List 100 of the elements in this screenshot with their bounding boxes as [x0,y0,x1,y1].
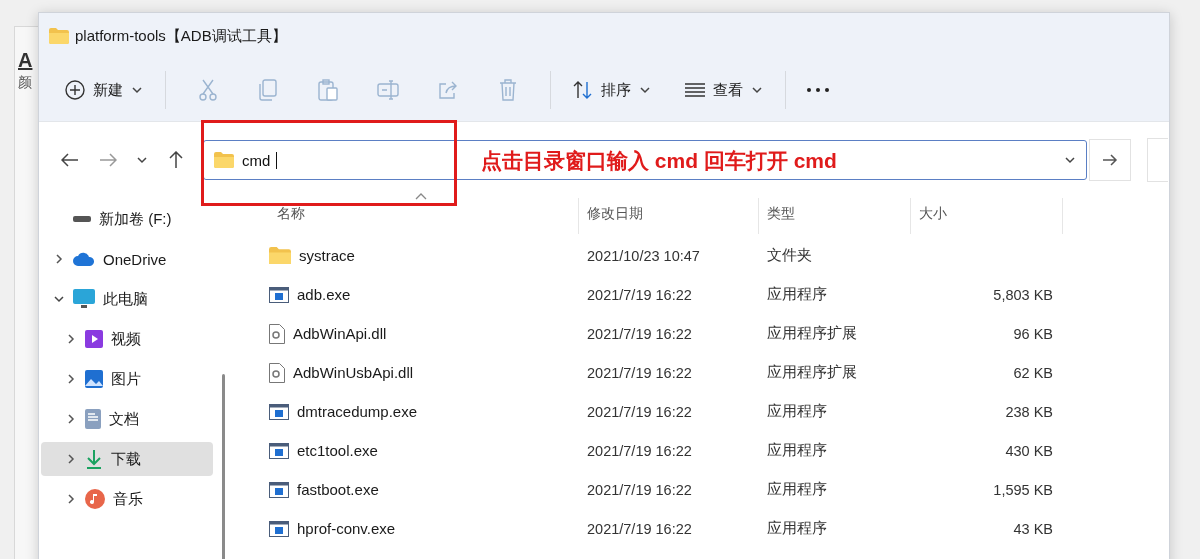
date-cell-text: 2021/7/19 16:22 [586,403,693,420]
size-cell-text: 43 KB [1012,520,1054,537]
rename-icon [377,80,399,100]
copy-icon [259,79,277,101]
type-cell-text: 应用程序 [766,519,828,538]
arrow-left-icon [61,153,79,167]
application-icon [269,286,289,303]
sidebar-item[interactable]: 图片 [41,362,213,396]
application-icon [269,403,289,420]
more-icon [807,88,829,92]
gear-file-icon [269,323,285,344]
sort-button[interactable]: 排序 [563,74,661,106]
download-icon [85,449,103,469]
sidebar-label: 此电脑 [103,289,148,309]
sidebar-label: 视频 [111,329,141,349]
chevron-right-icon[interactable] [65,453,77,465]
file-name[interactable]: etc1tool.exe [297,442,378,459]
clipboard-icon [318,79,338,101]
file-name[interactable]: AdbWinUsbApi.dll [293,364,414,381]
image-icon [85,370,103,388]
background-label: 颜 [18,74,33,92]
size-cell-text: 62 KB [1012,364,1054,381]
chevron-down-icon[interactable] [53,293,65,305]
type-cell-text: 应用程序 [766,480,828,499]
address-text: cmd [242,151,278,169]
sidebar-label: OneDrive [103,250,167,268]
size-cell-text: 5,803 KB [992,286,1054,303]
type-cell-text: 应用程序扩展 [766,363,858,382]
sort-caret-icon [415,192,427,200]
chevron-down-icon[interactable] [131,84,143,96]
date-cell-text: 2021/7/19 16:22 [586,442,693,459]
sidebar-item[interactable]: 视频 [41,322,213,356]
file-name[interactable]: dmtracedump.exe [297,403,418,420]
type-cell-text: 应用程序 [766,402,828,421]
sidebar-label: 文档 [109,409,139,429]
folder-icon [214,152,234,168]
list-icon [685,83,705,97]
new-button[interactable]: 新建 [55,74,153,106]
column-header[interactable]: 类型 [759,198,911,234]
file-name[interactable]: fastboot.exe [297,481,379,498]
sidebar-item[interactable]: 新加卷 (F:) [41,202,213,236]
video-icon [85,330,103,348]
size-cell-text: 238 KB [1004,403,1054,420]
cloud-icon [73,252,95,266]
chevron-down-icon[interactable] [751,84,763,96]
column-header[interactable]: 名称 [269,198,579,234]
arrow-right-icon [99,153,117,167]
application-icon [269,520,289,537]
arrow-right-icon [1102,153,1118,167]
scrollbar-thumb[interactable] [222,374,225,559]
document-icon [85,409,101,429]
share-icon [438,80,458,100]
trash-icon [499,79,517,101]
scissors-icon [198,79,218,101]
file-name[interactable]: systrace [299,247,355,264]
folder-icon [49,28,69,44]
size-cell-text: 430 KB [1004,442,1054,459]
file-name[interactable]: AdbWinApi.dll [293,325,387,342]
chevron-right-icon[interactable] [65,373,77,385]
go-button[interactable] [1089,139,1131,181]
size-cell-text: 1,595 KB [992,481,1054,498]
sidebar-item[interactable]: 音乐 [41,482,213,516]
date-cell-text: 2021/7/19 16:22 [586,481,693,498]
chevron-down-icon[interactable] [639,84,651,96]
sidebar-label: 音乐 [113,489,143,509]
plus-circle-icon [65,80,85,100]
sort-arrows-icon [573,81,593,99]
sidebar-item[interactable]: 下载 [41,442,213,476]
gear-file-icon [269,362,285,383]
chevron-right-icon[interactable] [53,253,65,265]
drive-icon [73,215,91,223]
chevron-right-icon[interactable] [65,333,77,345]
size-cell-text: 96 KB [1012,325,1054,342]
type-cell-text: 应用程序 [766,441,828,460]
sidebar-item[interactable]: 文档 [41,402,213,436]
sidebar-label: 图片 [111,369,141,389]
sidebar-item[interactable]: 此电脑 [41,282,213,316]
window-title: platform-tools【ADB调试工具】 [75,26,287,46]
date-cell-text: 2021/7/19 16:22 [586,364,693,381]
arrow-up-icon [169,151,183,169]
column-header[interactable]: 修改日期 [579,198,759,234]
date-cell-text: 2021/7/19 16:22 [586,286,693,303]
sidebar-item[interactable]: OneDrive [41,242,213,276]
chevron-down-icon[interactable] [136,154,148,166]
column-header[interactable]: 大小 [911,198,1063,234]
chevron-right-icon[interactable] [65,413,77,425]
file-name[interactable]: hprof-conv.exe [297,520,396,537]
file-name[interactable]: adb.exe [297,286,351,303]
type-cell-text: 文件夹 [766,246,813,265]
search-field[interactable] [1147,138,1168,182]
application-icon [269,442,289,459]
date-cell-text: 2021/7/19 16:22 [586,520,693,537]
annotation-text: 点击目录窗口输入 cmd 回车打开 cmd [481,148,837,174]
chevron-right-icon[interactable] [65,493,77,505]
type-cell-text: 应用程序扩展 [766,324,858,343]
chevron-down-icon[interactable] [1064,154,1076,166]
background-letter: A [18,49,34,72]
sidebar-label: 下载 [111,449,141,469]
view-button[interactable]: 查看 [675,74,773,106]
music-icon [85,489,105,509]
